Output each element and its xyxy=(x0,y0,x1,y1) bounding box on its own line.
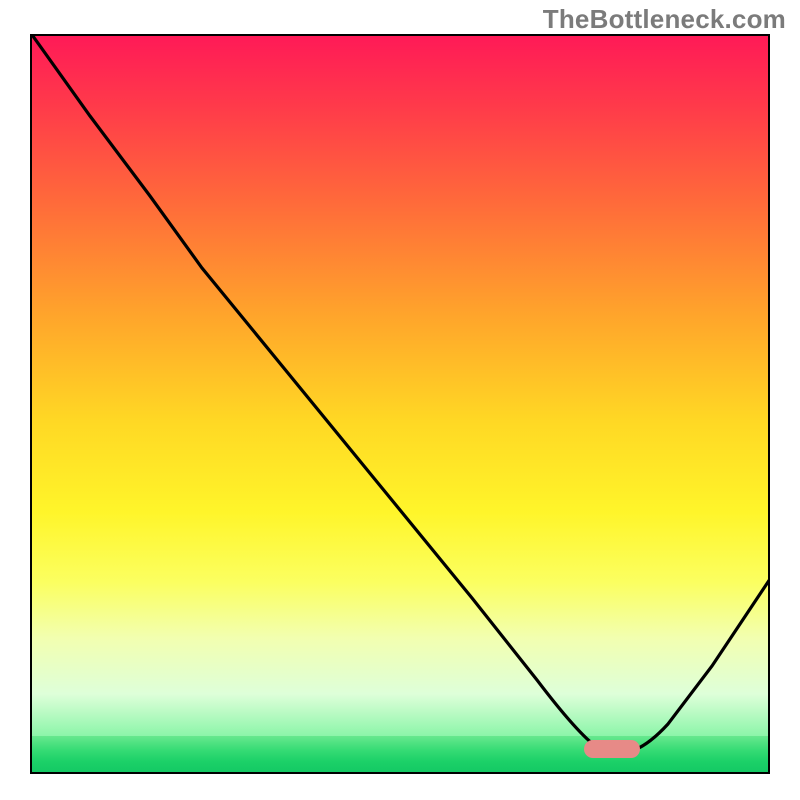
watermark-text: TheBottleneck.com xyxy=(543,4,786,35)
plot-area xyxy=(30,34,770,774)
curve-path xyxy=(32,36,768,753)
chart-root: TheBottleneck.com xyxy=(0,0,800,800)
optimal-marker xyxy=(584,740,640,758)
bottleneck-curve xyxy=(32,36,768,772)
